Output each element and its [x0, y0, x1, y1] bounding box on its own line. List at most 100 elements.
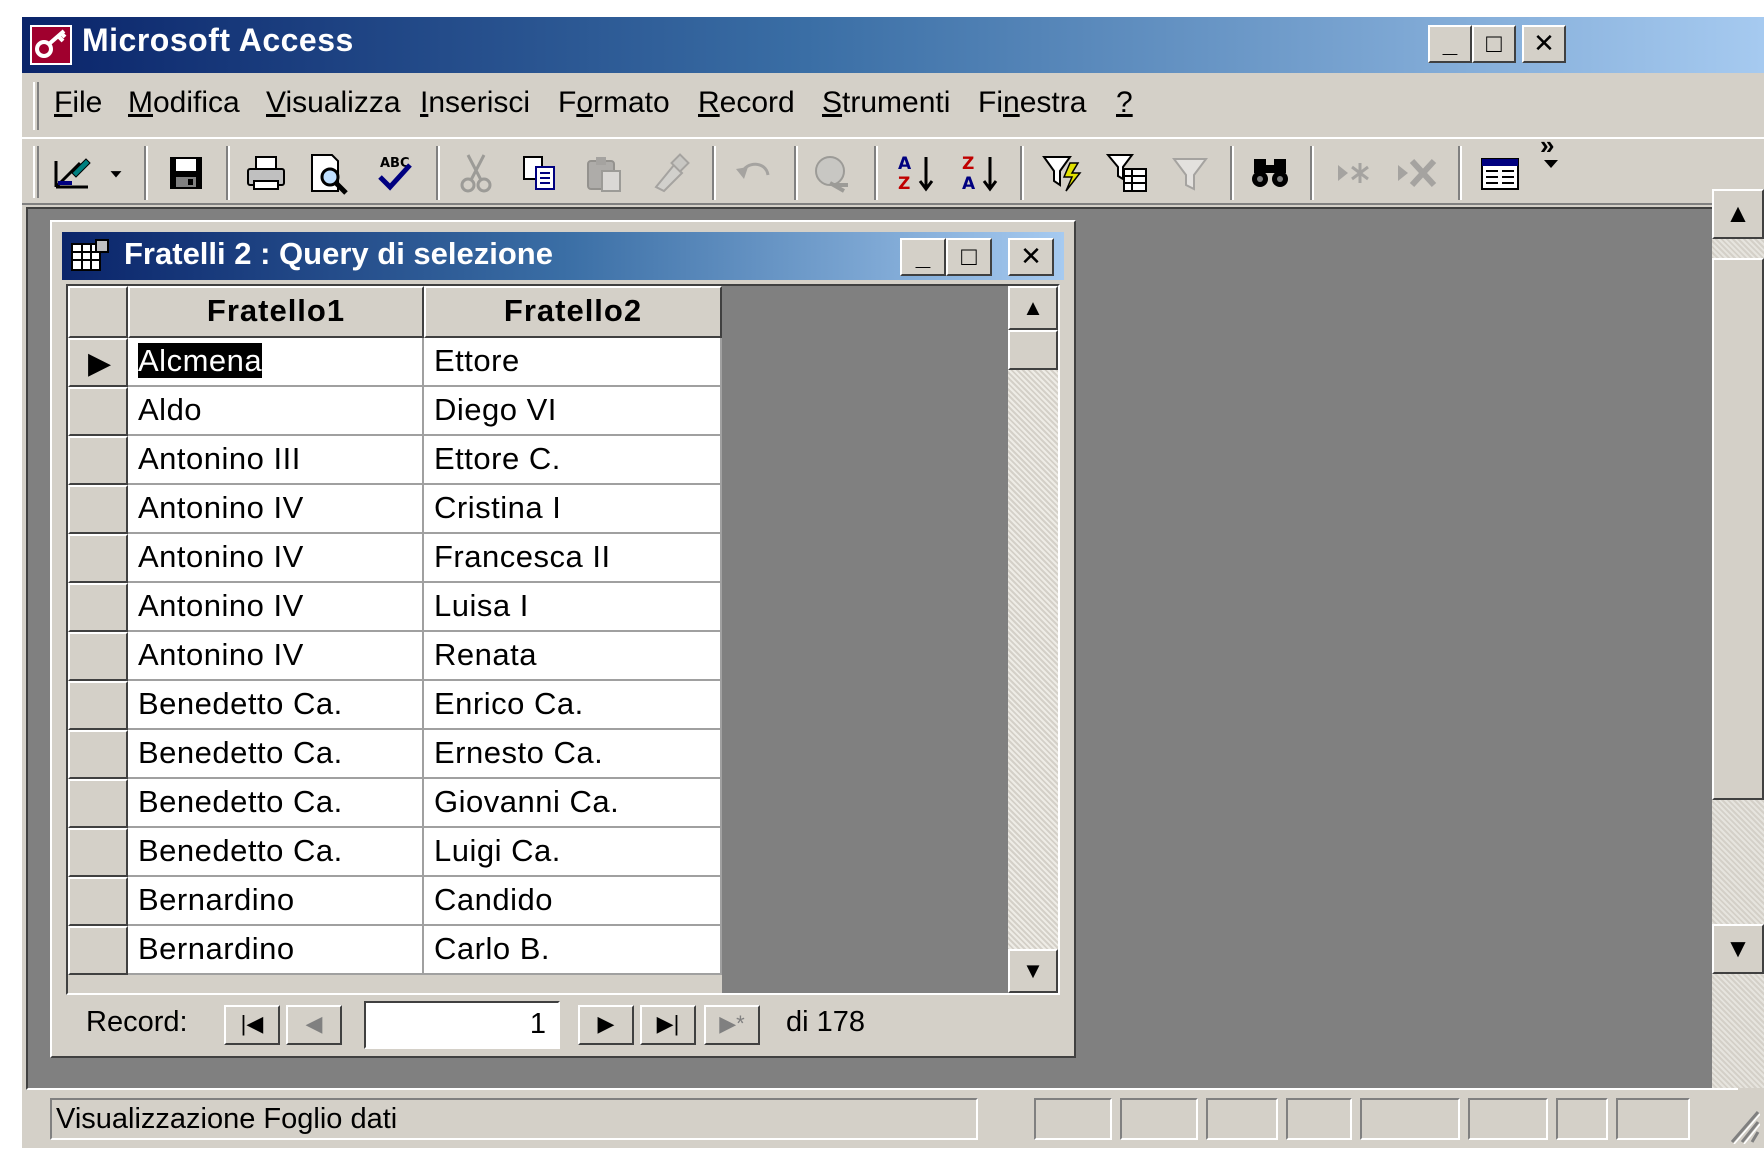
toolbar-more-arrow-icon[interactable]	[1544, 160, 1558, 168]
menu-file[interactable]: File	[54, 86, 102, 120]
table-cell[interactable]: Benedetto Ca.	[128, 730, 424, 779]
table-cell[interactable]: Antonino IV	[128, 583, 424, 632]
cut-icon[interactable]	[450, 148, 502, 198]
print-icon[interactable]	[240, 148, 292, 198]
datasheet-vertical-scrollbar[interactable]	[1008, 286, 1058, 993]
copy-icon[interactable]	[514, 148, 566, 198]
table-cell[interactable]: Ernesto Ca.	[424, 730, 722, 779]
table-cell[interactable]: Ettore C.	[424, 436, 722, 485]
properties-icon[interactable]	[1474, 148, 1526, 198]
query-close-button[interactable]: ✕	[1008, 238, 1054, 276]
filter-by-selection-icon[interactable]	[1036, 148, 1088, 198]
app-maximize-button[interactable]: □	[1472, 25, 1516, 63]
record-count: di 178	[786, 1006, 866, 1038]
table-cell[interactable]: Benedetto Ca.	[128, 779, 424, 828]
view-dropdown-arrow-icon[interactable]	[96, 148, 136, 198]
find-binoculars-icon[interactable]	[1244, 148, 1296, 198]
toolbar-grip[interactable]	[33, 146, 39, 198]
table-cell[interactable]: Luigi Ca.	[424, 828, 722, 877]
access-key-icon[interactable]	[30, 25, 72, 65]
menu-modifica[interactable]: Modifica	[128, 86, 240, 120]
resize-grip-icon[interactable]	[1724, 1104, 1761, 1145]
datasheet-scroll-down-button[interactable]: ▼	[1008, 949, 1058, 993]
menu-formato[interactable]: Formato	[558, 86, 670, 120]
datasheet-scroll-up-button[interactable]: ▲	[1008, 286, 1058, 330]
record-selector[interactable]	[68, 534, 128, 583]
table-cell[interactable]: Candido	[424, 877, 722, 926]
menu-inserisci[interactable]: Inserisci	[420, 86, 530, 120]
sort-ascending-icon[interactable]: AZ	[890, 148, 942, 198]
new-record-icon[interactable]	[1328, 148, 1380, 198]
table-cell[interactable]: Bernardino	[128, 926, 424, 975]
record-selector[interactable]	[68, 583, 128, 632]
table-cell[interactable]: Antonino IV	[128, 534, 424, 583]
record-label: Record:	[86, 1006, 188, 1038]
first-record-button[interactable]: |◀	[224, 1005, 280, 1045]
datasheet-scroll-thumb[interactable]	[1008, 330, 1058, 370]
table-cell[interactable]: Francesca II	[424, 534, 722, 583]
column-header-fratello2[interactable]: Fratello2	[424, 286, 722, 338]
new-record-nav-button[interactable]: ▶*	[704, 1005, 760, 1045]
table-cell[interactable]: Bernardino	[128, 877, 424, 926]
record-selector[interactable]	[68, 877, 128, 926]
query-window-title: Fratelli 2 : Query di selezione	[124, 236, 553, 271]
app-scroll-down-button[interactable]: ▼	[1712, 924, 1764, 974]
app-minimize-button[interactable]: _	[1428, 25, 1472, 63]
next-record-button[interactable]: ▶	[578, 1005, 634, 1045]
last-record-button[interactable]: ▶|	[640, 1005, 696, 1045]
column-header-fratello1[interactable]: Fratello1	[128, 286, 424, 338]
undo-icon[interactable]	[728, 148, 780, 198]
select-all-corner[interactable]	[68, 286, 128, 338]
format-painter-icon[interactable]	[644, 148, 696, 198]
app-scroll-up-button[interactable]: ▲	[1712, 189, 1764, 239]
record-selector[interactable]	[68, 681, 128, 730]
record-selector[interactable]	[68, 730, 128, 779]
menu-finestra[interactable]: Finestra	[978, 86, 1086, 120]
table-cell[interactable]: Antonino IV	[128, 485, 424, 534]
table-cell[interactable]: Giovanni Ca.	[424, 779, 722, 828]
table-cell[interactable]: Antonino IV	[128, 632, 424, 681]
delete-record-icon[interactable]	[1390, 148, 1442, 198]
menu-visualizza[interactable]: Visualizza	[266, 86, 401, 120]
record-selector[interactable]	[68, 828, 128, 877]
table-cell[interactable]: Luisa I	[424, 583, 722, 632]
menu-record[interactable]: Record	[698, 86, 795, 120]
record-selector[interactable]	[68, 632, 128, 681]
table-cell[interactable]: Carlo B.	[424, 926, 722, 975]
datasheet-icon[interactable]	[70, 238, 110, 274]
sort-descending-icon[interactable]: ZA	[954, 148, 1006, 198]
app-scroll-thumb[interactable]	[1712, 258, 1764, 800]
table-cell[interactable]: Alcmena	[128, 338, 424, 387]
record-selector[interactable]	[68, 436, 128, 485]
table-cell[interactable]: Ettore	[424, 338, 722, 387]
paste-icon[interactable]	[578, 148, 630, 198]
query-maximize-button[interactable]: □	[946, 238, 992, 276]
current-record-input[interactable]: 1	[364, 1001, 560, 1049]
print-preview-icon[interactable]	[302, 148, 354, 198]
design-view-icon[interactable]	[46, 148, 98, 198]
app-close-button[interactable]: ✕	[1522, 25, 1566, 63]
record-selector[interactable]	[68, 387, 128, 436]
filter-by-form-icon[interactable]	[1102, 148, 1154, 198]
toolbar-more-buttons[interactable]: »	[1540, 130, 1554, 161]
table-cell[interactable]: Renata	[424, 632, 722, 681]
spelling-icon[interactable]: ABC	[368, 148, 420, 198]
record-selector[interactable]	[68, 779, 128, 828]
record-selector[interactable]	[68, 926, 128, 975]
menu-bar-grip[interactable]	[33, 82, 39, 130]
table-cell[interactable]: Benedetto Ca.	[128, 828, 424, 877]
table-cell[interactable]: Enrico Ca.	[424, 681, 722, 730]
previous-record-button[interactable]: ◀	[286, 1005, 342, 1045]
table-cell[interactable]: Benedetto Ca.	[128, 681, 424, 730]
table-cell[interactable]: Antonino III	[128, 436, 424, 485]
menu-strumenti[interactable]: Strumenti	[822, 86, 950, 120]
query-minimize-button[interactable]: _	[900, 238, 946, 276]
table-cell[interactable]: Aldo	[128, 387, 424, 436]
table-cell[interactable]: Cristina I	[424, 485, 722, 534]
insert-hyperlink-icon[interactable]	[806, 148, 858, 198]
table-cell[interactable]: Diego VI	[424, 387, 722, 436]
save-icon[interactable]	[160, 148, 212, 198]
record-selector[interactable]	[68, 485, 128, 534]
menu-help[interactable]: ?	[1116, 86, 1133, 120]
apply-filter-icon[interactable]	[1164, 148, 1216, 198]
